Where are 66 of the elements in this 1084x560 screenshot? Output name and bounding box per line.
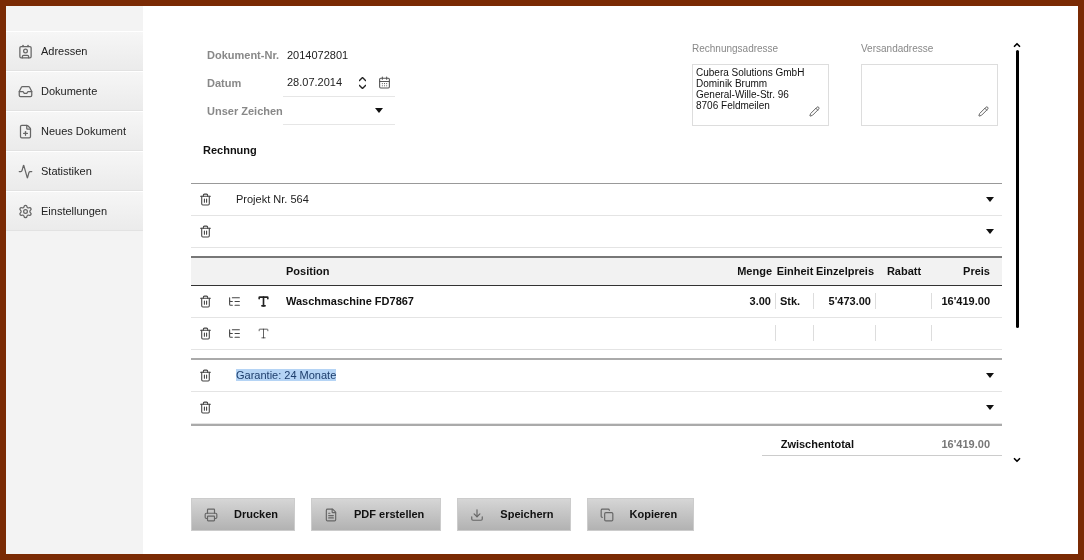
trash-icon[interactable] xyxy=(199,224,212,238)
scroll-up-icon[interactable] xyxy=(1012,40,1022,50)
field-value: 2014072801 xyxy=(286,47,349,63)
table-cell: Waschmaschine FD7867 xyxy=(286,294,414,307)
dropdown-caret-icon[interactable] xyxy=(375,108,383,113)
address-line: General-Wille-Str. 96 xyxy=(696,89,790,100)
trash-icon[interactable] xyxy=(199,326,212,340)
settings-icon xyxy=(18,203,33,219)
field-label: Datum xyxy=(207,75,243,91)
table-cell: 3.00 xyxy=(749,295,771,307)
edit-icon[interactable] xyxy=(978,106,989,117)
calendar-icon[interactable] xyxy=(378,76,391,89)
dropdown-caret-icon[interactable] xyxy=(986,372,994,378)
address-line: 8706 Feldmeilen xyxy=(696,100,771,111)
font-icon[interactable] xyxy=(257,294,270,308)
chart-line-icon xyxy=(18,163,33,179)
action-button[interactable]: PDF erstellen xyxy=(311,498,442,531)
column-header: Preis xyxy=(962,263,991,279)
edit-icon[interactable] xyxy=(809,106,820,117)
dropdown-caret-icon[interactable] xyxy=(986,196,994,202)
date-field[interactable]: 28.07.2014 xyxy=(283,69,395,97)
total-value: 16'419.00 xyxy=(940,436,991,452)
total-label: Zwischentotal xyxy=(779,436,855,452)
contact-card-icon xyxy=(18,43,33,59)
table-cell: 16'419.00 xyxy=(941,295,990,307)
action-button[interactable]: Drucken xyxy=(191,498,296,531)
address-line: Cubera Solutions GmbH xyxy=(696,67,806,78)
spinner-icon[interactable] xyxy=(359,76,366,89)
download-icon xyxy=(470,507,485,522)
field-label: Unser Zeichen xyxy=(207,103,283,119)
dropdown-caret-icon[interactable] xyxy=(986,228,994,234)
trash-icon[interactable] xyxy=(199,294,212,308)
column-header: Rabatt xyxy=(885,263,923,279)
printer-icon xyxy=(204,507,218,522)
sidebar-item[interactable]: Statistiken xyxy=(6,151,143,191)
table-cell: Stk. xyxy=(780,295,801,307)
address-line: Dominik Brumm xyxy=(696,78,769,89)
trash-icon[interactable] xyxy=(199,400,212,414)
address-label: Rechnungsadresse xyxy=(692,42,780,56)
sidebar-item[interactable]: Adressen xyxy=(6,31,143,71)
action-button[interactable]: Kopieren xyxy=(586,498,695,531)
text-block-value[interactable]: Projekt Nr. 564 xyxy=(236,192,309,205)
tray-icon xyxy=(18,83,33,99)
column-header: Position xyxy=(285,263,331,279)
table-cell: 5'473.00 xyxy=(828,295,871,307)
document-type: Rechnung xyxy=(202,143,258,158)
dropdown-caret-icon[interactable] xyxy=(986,404,994,410)
indent-list-icon[interactable] xyxy=(228,326,241,340)
field-label: Dokument-Nr. xyxy=(207,47,281,63)
trash-icon[interactable] xyxy=(199,368,212,382)
document-icon xyxy=(324,507,339,522)
column-header: Einheit xyxy=(776,263,814,279)
file-plus-icon xyxy=(18,123,33,139)
scroll-down-icon[interactable] xyxy=(1012,455,1022,465)
text-block-value[interactable]: Garantie: 24 Monate xyxy=(236,368,337,381)
sidebar-item[interactable]: Dokumente xyxy=(6,71,143,111)
sidebar-item[interactable]: Einstellungen xyxy=(6,191,143,231)
trash-icon[interactable] xyxy=(199,192,212,206)
column-header: Einzelpreis xyxy=(814,263,876,279)
address-box[interactable]: Cubera Solutions GmbH Dominik Brumm General-Wille-Str. 96 8706 Feldmeilen xyxy=(692,64,829,126)
address-label: Versandadresse xyxy=(861,42,935,56)
indent-list-icon[interactable] xyxy=(228,294,241,308)
column-header: Menge xyxy=(736,263,773,279)
copy-icon xyxy=(599,507,614,522)
action-button[interactable]: Speichern xyxy=(457,498,571,531)
sidebar-item[interactable]: Neues Dokument xyxy=(6,111,143,151)
